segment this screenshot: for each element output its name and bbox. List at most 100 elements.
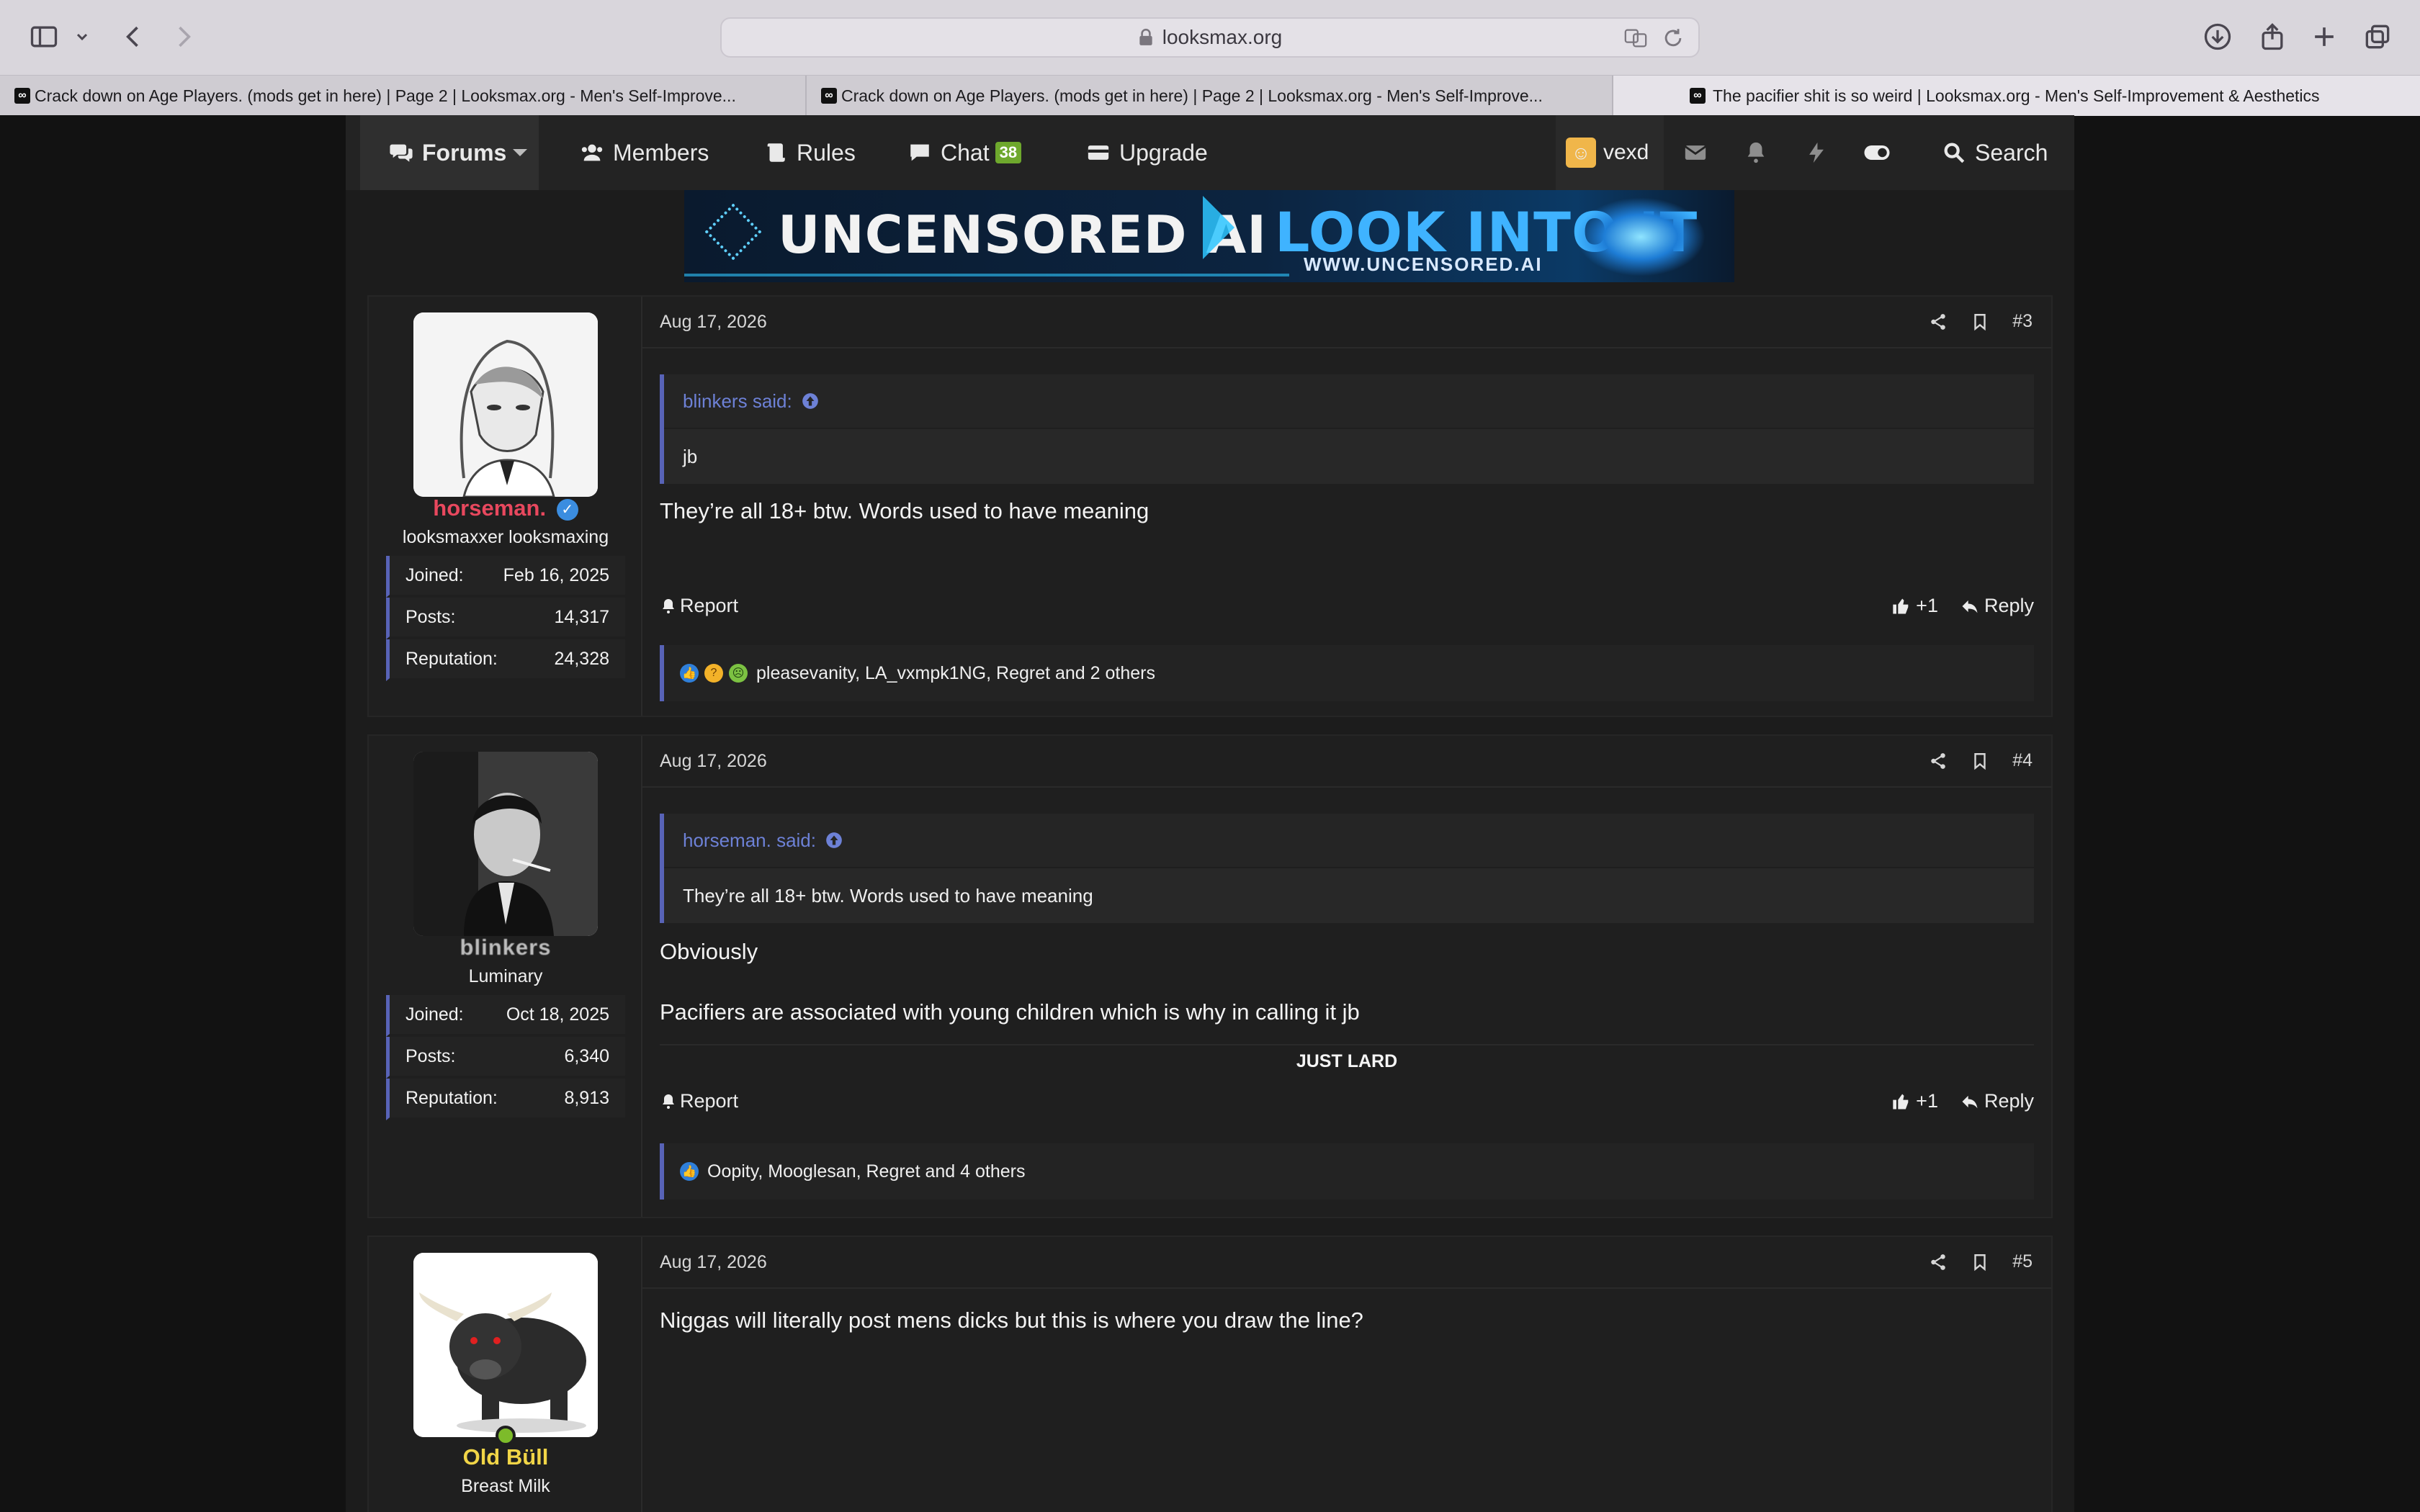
nav-members[interactable]: Members (580, 115, 709, 190)
reply-button[interactable]: Reply (1960, 595, 2034, 617)
banner-left-text: UNCENSORED AI (778, 204, 1268, 265)
banner-arrow-icon (1203, 196, 1234, 259)
nav-search[interactable]: Search (1942, 115, 2048, 190)
inbox-icon[interactable] (1665, 115, 1726, 190)
post-date[interactable]: Aug 17, 2026 (660, 751, 767, 772)
signature: JUST LARD (660, 1044, 2034, 1072)
tab-overview-icon[interactable] (2360, 19, 2396, 55)
stat-posts: Posts: 14,317 (386, 598, 625, 639)
chevron-down-icon[interactable] (513, 149, 527, 156)
stat-value: 6,340 (564, 1045, 609, 1066)
user-menu[interactable]: ☺ vexd (1556, 115, 1664, 190)
reply-label: Reply (1984, 595, 2034, 616)
thinking-reaction-icon: ? (704, 664, 723, 683)
user-stats: Joined: Feb 16, 2025 Posts: 14,317 Reputat… (386, 556, 625, 681)
post-content: Aug 17, 2026 #4 horseman. said: They’re … (642, 736, 2051, 1217)
quote-text: They’re all 18+ btw. Words used to have … (664, 868, 2034, 923)
sidebar-toggle-icon[interactable] (26, 19, 62, 55)
tab-strip: ∞ Crack down on Age Players. (mods get i… (0, 75, 2420, 116)
like-button[interactable]: +1 (1891, 1090, 1938, 1112)
banner-glow (1576, 197, 1706, 276)
download-icon[interactable] (2200, 19, 2236, 55)
post-date[interactable]: Aug 17, 2026 (660, 312, 767, 333)
like-button[interactable]: +1 (1891, 595, 1938, 617)
bookmark-icon[interactable] (1971, 1253, 1989, 1272)
share-icon[interactable] (1929, 1253, 1948, 1272)
post-number[interactable]: #3 (2012, 311, 2033, 332)
username-text[interactable]: blinkers (369, 935, 642, 960)
share-icon[interactable] (2254, 19, 2290, 55)
post-body-line: They’re all 18+ btw. Words used to have … (660, 498, 1150, 523)
username-text: horseman. (433, 495, 547, 521)
reload-icon[interactable] (1661, 26, 1685, 50)
new-tab-icon[interactable] (2306, 19, 2342, 55)
report-button[interactable]: Report (660, 595, 738, 617)
bookmark-icon[interactable] (1971, 752, 1989, 770)
stat-value: 8,913 (564, 1087, 609, 1108)
post-content: Aug 17, 2026 #3 blinkers said: jb They’r… (642, 297, 2051, 716)
stat-posts: Posts: 6,340 (386, 1037, 625, 1079)
avatar[interactable] (413, 1253, 598, 1437)
browser-tab[interactable]: ∞ Crack down on Age Players. (mods get i… (0, 76, 807, 116)
post-body-line: Obviously (660, 939, 758, 964)
lock-icon (1139, 28, 1152, 45)
scroll-icon (767, 143, 785, 162)
stat-label: Joined: (405, 564, 464, 585)
nav-search-label: Search (1975, 139, 2048, 166)
stat-reputation: Reputation: 24,328 (386, 639, 625, 681)
post-number[interactable]: #4 (2012, 750, 2033, 771)
quote-text: jb (664, 429, 2034, 484)
share-icon[interactable] (1929, 752, 1948, 770)
address-bar[interactable]: looksmax.org (720, 17, 1700, 58)
reply-icon (1962, 600, 1978, 613)
report-button[interactable]: Report (660, 1090, 738, 1112)
theme-toggle-icon[interactable] (1847, 115, 1907, 190)
banner-ad[interactable]: UNCENSORED AI LOOK INTO IT WWW.UNCENSORE… (684, 190, 1734, 282)
back-button[interactable] (115, 19, 151, 55)
thumbs-up-icon (1893, 1094, 1909, 1109)
bookmark-icon[interactable] (1971, 312, 1989, 331)
nav-chat[interactable]: Chat 38 (908, 115, 1022, 190)
post-actions: Report +1 Reply (660, 595, 2034, 624)
chat-bubbles-icon (390, 144, 413, 162)
thumbs-up-icon (1893, 598, 1909, 613)
chevron-down-icon[interactable] (69, 19, 95, 55)
reactions-bar[interactable]: 👍 ? ☹ pleasevanity, LA_vxmpk1NG, Regret … (660, 645, 2034, 701)
nav-upgrade[interactable]: Upgrade (1086, 115, 1208, 190)
lightning-icon[interactable] (1786, 115, 1847, 190)
verified-badge-icon: ✓ (556, 498, 578, 521)
reactions-bar[interactable]: 👍 Oopity, Mooglesan, Regret and 4 others (660, 1143, 2034, 1200)
translate-icon[interactable] (1623, 26, 1648, 50)
site-favicon-icon: ∞ (821, 88, 837, 104)
username-text[interactable]: Old Büll (369, 1444, 642, 1470)
post-number[interactable]: #5 (2012, 1251, 2033, 1272)
share-icon[interactable] (1929, 312, 1948, 331)
user-title: looksmaxxer looksmaxing (402, 527, 609, 547)
post-content: Aug 17, 2026 #5 Niggas will literally po… (642, 1237, 2051, 1512)
avatar[interactable] (413, 312, 598, 497)
post-user-sidebar: horseman. ✓ looksmaxxer looksmaxing Join… (369, 297, 642, 716)
post-header: Aug 17, 2026 #3 (642, 297, 2051, 348)
quote-header[interactable]: horseman. said: (664, 814, 2034, 868)
quote-header[interactable]: blinkers said: (664, 374, 2034, 429)
reply-button[interactable]: Reply (1960, 1090, 2034, 1112)
users-icon (581, 144, 603, 161)
arrow-up-circle-icon[interactable] (825, 831, 843, 850)
browser-tab-active[interactable]: ∞ The pacifier shit is so weird | Looksm… (1613, 76, 2420, 116)
nav-members-label: Members (613, 139, 709, 166)
nav-forums[interactable]: Forums (360, 115, 539, 190)
post-date[interactable]: Aug 17, 2026 (660, 1252, 767, 1273)
site-navbar: Forums Members Rules Chat 38 Upgrade ☺ v… (346, 115, 2074, 190)
browser-tab[interactable]: ∞ Crack down on Age Players. (mods get i… (807, 76, 1613, 116)
nav-upgrade-label: Upgrade (1119, 139, 1208, 166)
username[interactable]: horseman. ✓ (369, 495, 642, 521)
post-body-line: Niggas will literally post mens dicks bu… (660, 1308, 1363, 1333)
arrow-up-circle-icon[interactable] (801, 392, 820, 410)
like-reaction-icon: 👍 (680, 1162, 699, 1181)
online-status-icon (496, 1426, 516, 1446)
bell-icon[interactable] (1726, 115, 1786, 190)
avatar[interactable] (413, 752, 598, 936)
user-stats: Joined: Oct 18, 2025 Posts: 6,340 Reputati… (386, 995, 625, 1120)
nav-rules[interactable]: Rules (763, 115, 856, 190)
forward-button[interactable] (166, 19, 202, 55)
